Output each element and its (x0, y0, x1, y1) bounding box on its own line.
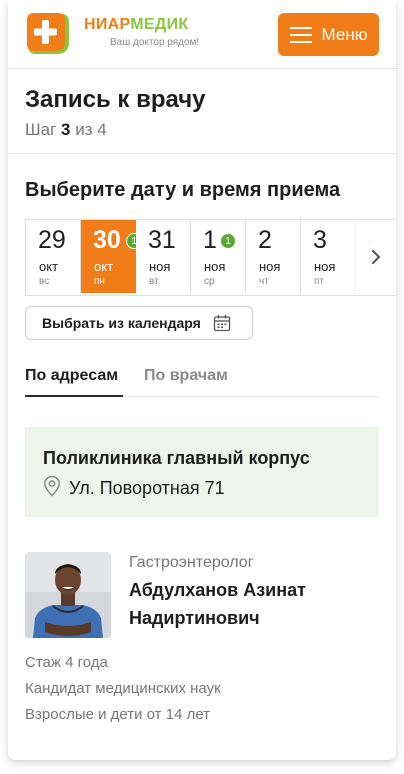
date-weekday: чт (259, 276, 269, 287)
date-weekday: ср (204, 276, 215, 287)
date-cell[interactable]: 29 окт вс (26, 220, 81, 293)
location-pin-icon (44, 475, 60, 497)
date-weekday: пт (314, 276, 324, 287)
date-cell[interactable]: 30 1 окт пн (81, 220, 142, 293)
date-weekday: пн (94, 276, 105, 287)
active-tab-indicator (25, 395, 123, 397)
menu-button-label: Меню (321, 24, 368, 44)
doctor-name[interactable]: Абдулханов Азинат Надиртинович (129, 576, 369, 632)
date-day: 29 (38, 226, 66, 254)
date-month: ноя (149, 259, 171, 274)
date-cell[interactable]: 31 ноя вт (136, 220, 191, 293)
date-day: 2 (258, 226, 272, 254)
doctor-degree: Кандидат медицинских наук (25, 680, 221, 697)
doctor-experience: Стаж 4 года (25, 654, 108, 671)
date-strip: 29 окт вс 30 1 окт пн 31 ноя вт 1 1 ноя ср 2 ноя чт 3 ноя п… (25, 219, 396, 296)
date-cell[interactable]: 2 ноя чт (246, 220, 301, 293)
clinic-address: Ул. Поворотная 71 (69, 478, 225, 498)
doctor-photo[interactable] (25, 552, 111, 638)
clinic-name: Поликлиника главный корпус (43, 448, 310, 468)
medical-cross-logo-icon[interactable] (25, 12, 71, 56)
doctor-specialty: Гастроэнтеролог (129, 554, 254, 571)
date-month: ноя (314, 259, 336, 274)
page-title: Запись к врачу (25, 86, 206, 113)
date-month: ноя (204, 259, 226, 274)
hamburger-icon (289, 26, 312, 43)
menu-button[interactable]: Меню (278, 13, 379, 56)
brand-name[interactable]: НИАРМЕДИК (84, 16, 188, 34)
divider (8, 153, 396, 154)
chevron-right-icon[interactable] (368, 247, 384, 267)
step-indicator: Шаг 3 из 4 (25, 120, 107, 139)
choose-from-calendar-button[interactable]: Выбрать из календаря (25, 306, 253, 340)
date-month: окт (94, 259, 114, 274)
date-weekday: вт (149, 276, 159, 287)
tab-by-address[interactable]: По адресам (25, 367, 118, 385)
slots-count-badge: 1 (220, 233, 236, 249)
date-day: 31 (148, 226, 176, 254)
date-month: ноя (259, 259, 281, 274)
clinic-card[interactable]: Поликлиника главный корпус Ул. Поворотна… (25, 427, 379, 517)
date-day: 3 (313, 226, 327, 254)
calendar-icon (213, 315, 230, 332)
header: НИАРМЕДИК Ваш доктор рядом! Меню (8, 0, 396, 69)
date-day: 30 (93, 226, 121, 254)
date-day: 1 (203, 226, 217, 254)
brand-tagline: Ваш доктор рядом! (110, 37, 200, 48)
app-frame: НИАРМЕДИК Ваш доктор рядом! Меню Запись … (8, 0, 396, 760)
tab-by-doctor[interactable]: По врачам (144, 367, 228, 385)
date-month: окт (39, 259, 59, 274)
date-section-title: Выберите дату и время приема (25, 179, 341, 201)
doctor-patients: Взрослые и дети от 14 лет (25, 706, 211, 723)
calendar-button-label: Выбрать из календаря (42, 315, 201, 331)
date-cell[interactable]: 1 1 ноя ср (191, 220, 246, 293)
date-weekday: вс (39, 276, 50, 287)
